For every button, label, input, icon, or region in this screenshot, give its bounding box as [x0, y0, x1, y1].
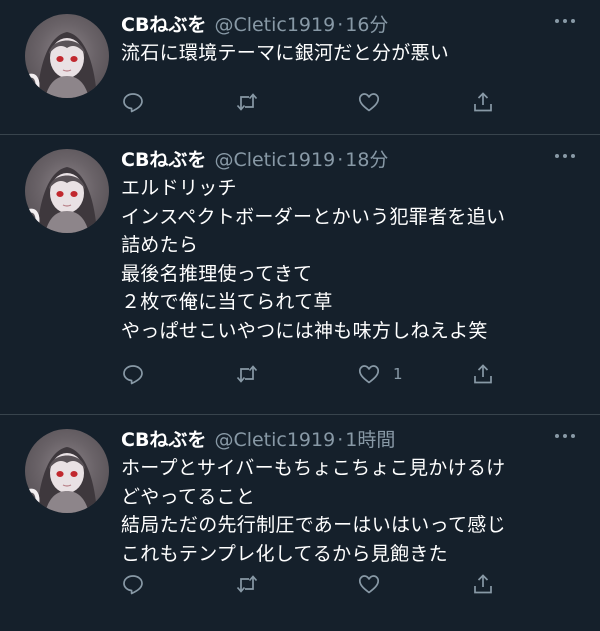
separator: ·	[337, 14, 344, 36]
user-handle[interactable]: @Cletic1919	[214, 429, 335, 451]
reply-button[interactable]	[121, 360, 145, 388]
display-name[interactable]: CBねぶを	[121, 145, 206, 172]
tweet-content: CBねぶを @Cletic1919 · 16分 流石に環境テーマに銀河だと分が悪…	[121, 10, 576, 68]
like-count: 1	[393, 365, 403, 383]
user-handle[interactable]: @Cletic1919	[214, 14, 335, 36]
like-button[interactable]	[357, 570, 393, 598]
tweet-actions	[121, 88, 576, 116]
share-button[interactable]	[471, 88, 495, 116]
retweet-button[interactable]	[235, 88, 259, 116]
timeline: CBねぶを @Cletic1919 · 16分 流石に環境テーマに銀河だと分が悪…	[0, 0, 600, 631]
reply-button[interactable]	[121, 88, 145, 116]
retweet-icon	[236, 365, 258, 383]
reply-icon	[123, 575, 143, 595]
retweet-button[interactable]	[235, 360, 259, 388]
reply-button[interactable]	[121, 570, 145, 598]
retweet-icon	[236, 575, 258, 593]
more-icon[interactable]	[554, 151, 576, 161]
share-icon	[474, 92, 492, 112]
avatar[interactable]	[25, 429, 109, 513]
avatar[interactable]	[25, 14, 109, 98]
tweet[interactable]: CBねぶを @Cletic1919 · 18分 エルドリッチ インスペクトボーダ…	[0, 135, 600, 415]
display-name[interactable]: CBねぶを	[121, 425, 206, 452]
more-icon[interactable]	[554, 431, 576, 441]
share-icon	[474, 574, 492, 594]
tweet[interactable]: CBねぶを @Cletic1919 · 1時間 ホープとサイバーもちょこちょこ見…	[0, 415, 600, 631]
tweet-content: CBねぶを @Cletic1919 · 1時間 ホープとサイバーもちょこちょこ見…	[121, 425, 576, 568]
tweet-text: エルドリッチ インスペクトボーダーとかいう犯罪者を追い 詰めたら 最後名推理使っ…	[121, 177, 506, 342]
like-button[interactable]: 1	[357, 360, 403, 388]
timestamp[interactable]: 16分	[345, 10, 388, 37]
share-button[interactable]	[471, 360, 495, 388]
like-icon	[358, 93, 380, 112]
share-icon	[474, 364, 492, 384]
timestamp[interactable]: 1時間	[345, 425, 395, 452]
tweet-header: CBねぶを @Cletic1919 · 18分	[121, 145, 576, 171]
tweet-actions	[121, 570, 576, 598]
like-icon	[358, 575, 380, 594]
retweet-button[interactable]	[235, 570, 259, 598]
retweet-icon	[236, 93, 258, 111]
tweet-content: CBねぶを @Cletic1919 · 18分 エルドリッチ インスペクトボーダ…	[121, 145, 576, 345]
like-icon	[358, 365, 380, 384]
share-button[interactable]	[471, 570, 495, 598]
tweet-header: CBねぶを @Cletic1919 · 16分	[121, 10, 576, 36]
separator: ·	[337, 429, 344, 451]
tweet-header: CBねぶを @Cletic1919 · 1時間	[121, 425, 576, 451]
separator: ·	[337, 149, 344, 171]
tweet-text: 流石に環境テーマに銀河だと分が悪い	[121, 42, 450, 64]
reply-icon	[123, 93, 143, 113]
avatar[interactable]	[25, 149, 109, 233]
user-handle[interactable]: @Cletic1919	[214, 149, 335, 171]
more-icon[interactable]	[554, 16, 576, 26]
reply-icon	[123, 365, 143, 385]
display-name[interactable]: CBねぶを	[121, 10, 206, 37]
tweet[interactable]: CBねぶを @Cletic1919 · 16分 流石に環境テーマに銀河だと分が悪…	[0, 0, 600, 135]
timestamp[interactable]: 18分	[345, 145, 388, 172]
tweet-actions: 1	[121, 360, 576, 388]
like-button[interactable]	[357, 88, 393, 116]
tweet-text: ホープとサイバーもちょこちょこ見かけるけ どやってること 結局ただの先行制圧であ…	[121, 457, 506, 565]
